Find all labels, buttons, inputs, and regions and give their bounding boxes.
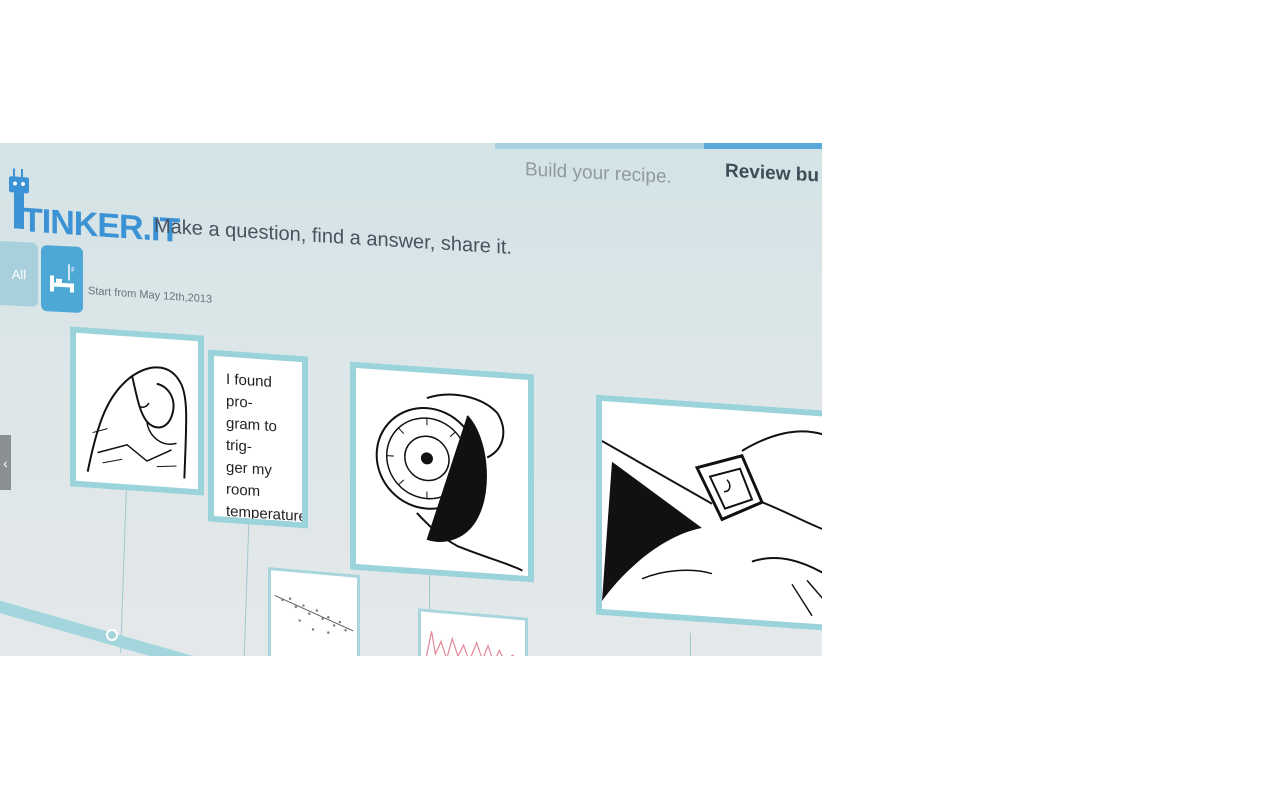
wrist-device-illustration (602, 430, 822, 617)
note-line: gram to trig- (226, 414, 277, 456)
story-note-text: I found pro- gram to trig- ger my room t… (214, 356, 307, 529)
story-card-wrist-device[interactable] (596, 394, 822, 632)
app-screen: Build your recipe. Review bu TINKER.IT M… (0, 143, 822, 656)
card-connector (120, 488, 127, 653)
card-connector (690, 633, 691, 656)
progress-bar-fill (704, 143, 822, 149)
note-line: I found pro- (226, 370, 272, 412)
story-card-note[interactable]: I found pro- gram to trig- ger my room t… (208, 349, 308, 529)
filter-all-label: All (11, 266, 27, 282)
bed-icon: F (50, 264, 75, 293)
svg-text:F: F (71, 266, 75, 274)
line-graph-thumbnail[interactable] (418, 608, 528, 656)
previous-button[interactable]: ‹ (0, 435, 11, 490)
story-card-thermostat[interactable] (350, 361, 534, 583)
card-connector (243, 523, 250, 656)
timeline-node[interactable] (106, 629, 118, 641)
scatter-plot-illustration (274, 594, 354, 634)
note-line: ger my room (226, 458, 272, 501)
filter-bed-button[interactable]: F (41, 244, 83, 314)
story-card-blanket[interactable] (70, 326, 204, 496)
step-build[interactable]: Build your recipe. (525, 159, 672, 189)
filter-all-button[interactable]: All (0, 241, 38, 307)
person-in-blanket-illustration (86, 366, 188, 479)
start-date-label: Start from May 12th,2013 (88, 285, 213, 306)
thermostat-dial-illustration (375, 393, 523, 572)
progress-bar (495, 143, 822, 149)
line-graph-illustration (425, 631, 521, 656)
step-review[interactable]: Review bu (725, 161, 819, 188)
chevron-left-icon: ‹ (3, 454, 8, 471)
tagline: Make a question, find a answer, share it… (154, 215, 512, 259)
scatter-plot-thumbnail[interactable] (268, 566, 360, 656)
